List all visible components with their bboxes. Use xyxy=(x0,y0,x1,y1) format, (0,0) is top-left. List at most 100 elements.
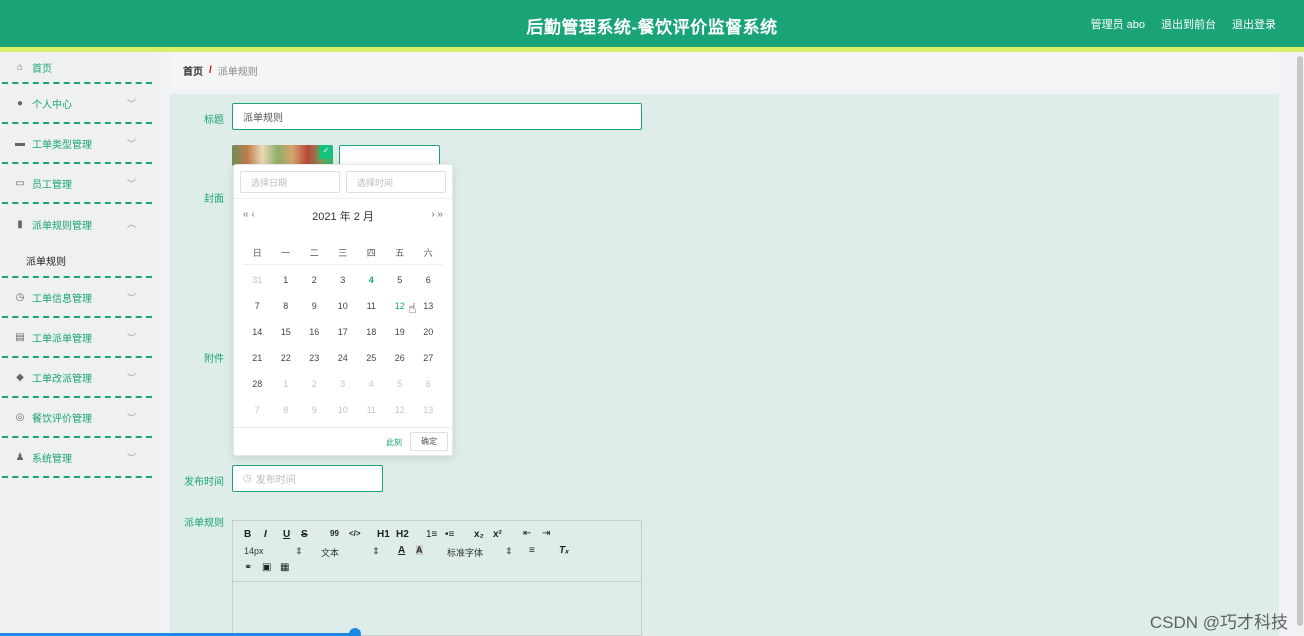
superscript-button[interactable]: x² xyxy=(493,529,502,540)
calendar-day[interactable]: 11 xyxy=(357,405,386,415)
top-header: 后勤管理系统-餐饮评价监督系统 管理员 abo 退出到前台 退出登录 xyxy=(0,0,1304,47)
check-icon: ✓ xyxy=(319,145,333,159)
calendar-day[interactable]: 4 xyxy=(357,379,386,389)
sidebar-item-dispatch-rules[interactable]: ▮ 派单规则管理 ︿ xyxy=(2,204,152,244)
calendar-day[interactable]: 11 xyxy=(357,301,386,311)
logout-link[interactable]: 退出登录 xyxy=(1232,16,1276,32)
scrollbar-thumb[interactable] xyxy=(1297,56,1303,626)
underline-button[interactable]: U xyxy=(283,529,290,540)
calendar-day[interactable]: 18 xyxy=(357,327,386,337)
location-icon: ◆ xyxy=(16,371,24,383)
now-button[interactable]: 此刻 xyxy=(386,437,402,448)
indent-button[interactable]: ⇥ xyxy=(542,528,550,539)
code-button[interactable]: </> xyxy=(349,529,361,538)
sidebar-item-personal-center[interactable]: ● 个人中心 ﹀ xyxy=(2,84,152,124)
page-scrollbar[interactable] xyxy=(1296,52,1304,636)
sidebar-item-ticket-type[interactable]: ▬ 工单类型管理 ﹀ xyxy=(2,124,152,164)
bold-button[interactable]: B xyxy=(244,529,251,540)
sidebar-subitem-dispatch-rule[interactable]: 派单规则 xyxy=(2,244,152,276)
font-color-icon[interactable]: A xyxy=(398,545,405,556)
calendar-header[interactable]: 2021 年 2 月 xyxy=(234,208,452,223)
calendar-day[interactable]: 19 xyxy=(386,327,415,337)
italic-button[interactable]: I xyxy=(264,529,267,540)
sidebar-item-staff[interactable]: ▭ 员工管理 ﹀ xyxy=(2,164,152,204)
calendar-day[interactable]: 3 xyxy=(329,275,358,285)
align-icon[interactable]: ≡ xyxy=(529,545,535,556)
calendar-day[interactable]: 7 xyxy=(243,405,272,415)
rich-text-editor[interactable]: B I U S 99 </> H1 H2 1≡ •≡ x₂ x² ⇤ ⇥ 14p… xyxy=(232,520,642,636)
calendar-day[interactable]: 23 xyxy=(300,353,329,363)
calendar-day[interactable]: 20 xyxy=(414,327,443,337)
calendar-day[interactable]: 5 xyxy=(386,379,415,389)
calendar-day[interactable]: 24 xyxy=(329,353,358,363)
font-family-select[interactable]: 标准字体 xyxy=(447,546,483,559)
books-icon: ▮ xyxy=(17,218,23,230)
calendar-day[interactable]: 12 xyxy=(386,405,415,415)
calendar-day[interactable]: 17 xyxy=(329,327,358,337)
calendar-day[interactable]: 9 xyxy=(300,405,329,415)
calendar-day[interactable]: 14 xyxy=(243,327,272,337)
calendar-day[interactable]: 10 xyxy=(329,405,358,415)
calendar-day[interactable]: 2 xyxy=(300,275,329,285)
calendar-day[interactable]: 13 xyxy=(414,405,443,415)
calendar-day[interactable]: 9 xyxy=(300,301,329,311)
calendar-day[interactable]: 22 xyxy=(272,353,301,363)
image-icon[interactable]: ▣ xyxy=(262,562,271,573)
link-icon[interactable]: ⚭ xyxy=(244,562,252,573)
sidebar-item-dining-review[interactable]: ◎ 餐饮评价管理 ﹀ xyxy=(2,398,152,438)
exit-to-front-link[interactable]: 退出到前台 xyxy=(1161,16,1216,32)
quote-button[interactable]: 99 xyxy=(330,529,339,538)
h1-button[interactable]: H1 xyxy=(377,529,390,540)
confirm-button[interactable]: 确定 xyxy=(410,432,448,451)
breadcrumb-home[interactable]: 首页 xyxy=(183,63,203,78)
picker-inputs: 选择日期 选择时间 xyxy=(240,171,446,193)
cover-thumbnail[interactable]: ✓ xyxy=(232,145,333,166)
calendar-day[interactable]: 31 xyxy=(243,275,272,285)
calendar-day[interactable]: 4 xyxy=(357,275,386,285)
ordered-list-button[interactable]: 1≡ xyxy=(426,529,437,540)
sidebar-item-system[interactable]: ♟ 系统管理 ﹀ xyxy=(2,438,152,478)
calendar-day[interactable]: 2 xyxy=(300,379,329,389)
video-icon[interactable]: ▦ xyxy=(280,562,289,573)
sidebar-item-home[interactable]: ⌂ 首页 xyxy=(2,52,152,84)
calendar-day[interactable]: 8 xyxy=(272,301,301,311)
outdent-button[interactable]: ⇤ xyxy=(523,528,531,539)
admin-user-link[interactable]: 管理员 abo xyxy=(1091,16,1145,32)
calendar-day[interactable]: 10 xyxy=(329,301,358,311)
calendar-day[interactable]: 7 xyxy=(243,301,272,311)
bullet-list-button[interactable]: •≡ xyxy=(445,529,454,540)
calendar-day[interactable]: 28 xyxy=(243,379,272,389)
sidebar-item-ticket-info[interactable]: ◷ 工单信息管理 ﹀ xyxy=(2,278,152,318)
calendar-day[interactable]: 13 xyxy=(414,301,443,311)
calendar-day[interactable]: 8 xyxy=(272,405,301,415)
calendar-day[interactable]: 5 xyxy=(386,275,415,285)
sidebar-item-ticket-reassign[interactable]: ◆ 工单改派管理 ﹀ xyxy=(2,358,152,398)
font-size-select[interactable]: 14px xyxy=(244,546,264,556)
text-type-select[interactable]: 文本 xyxy=(321,546,339,559)
upload-box[interactable] xyxy=(339,145,440,166)
calendar-day[interactable]: 21 xyxy=(243,353,272,363)
calendar-day[interactable]: 6 xyxy=(414,275,443,285)
title-input[interactable]: 派单规则 xyxy=(232,103,642,130)
calendar-day[interactable]: 1 xyxy=(272,275,301,285)
calendar-day[interactable]: 3 xyxy=(329,379,358,389)
calendar-day[interactable]: 16 xyxy=(300,327,329,337)
calendar-day[interactable]: 1 xyxy=(272,379,301,389)
date-input[interactable]: 选择日期 xyxy=(240,171,340,193)
strike-button[interactable]: S xyxy=(301,529,308,540)
progress-handle[interactable] xyxy=(349,628,361,636)
sidebar-item-ticket-dispatch[interactable]: ▤ 工单派单管理 ﹀ xyxy=(2,318,152,358)
background-color-icon[interactable]: A xyxy=(416,545,423,555)
cover-label: 封面 xyxy=(204,194,224,205)
subscript-button[interactable]: x₂ xyxy=(474,529,484,540)
time-input[interactable]: 选择时间 xyxy=(346,171,446,193)
calendar-day[interactable]: 15 xyxy=(272,327,301,337)
calendar-day[interactable]: 6 xyxy=(414,379,443,389)
calendar-day[interactable]: 26 xyxy=(386,353,415,363)
next-month-year-icon[interactable]: › » xyxy=(431,209,443,220)
calendar-day[interactable]: 25 xyxy=(357,353,386,363)
clear-format-icon[interactable]: Tₓ xyxy=(559,545,569,556)
calendar-day[interactable]: 27 xyxy=(414,353,443,363)
publish-time-input[interactable]: ◷ 发布时间 xyxy=(232,465,383,492)
h2-button[interactable]: H2 xyxy=(396,529,409,540)
